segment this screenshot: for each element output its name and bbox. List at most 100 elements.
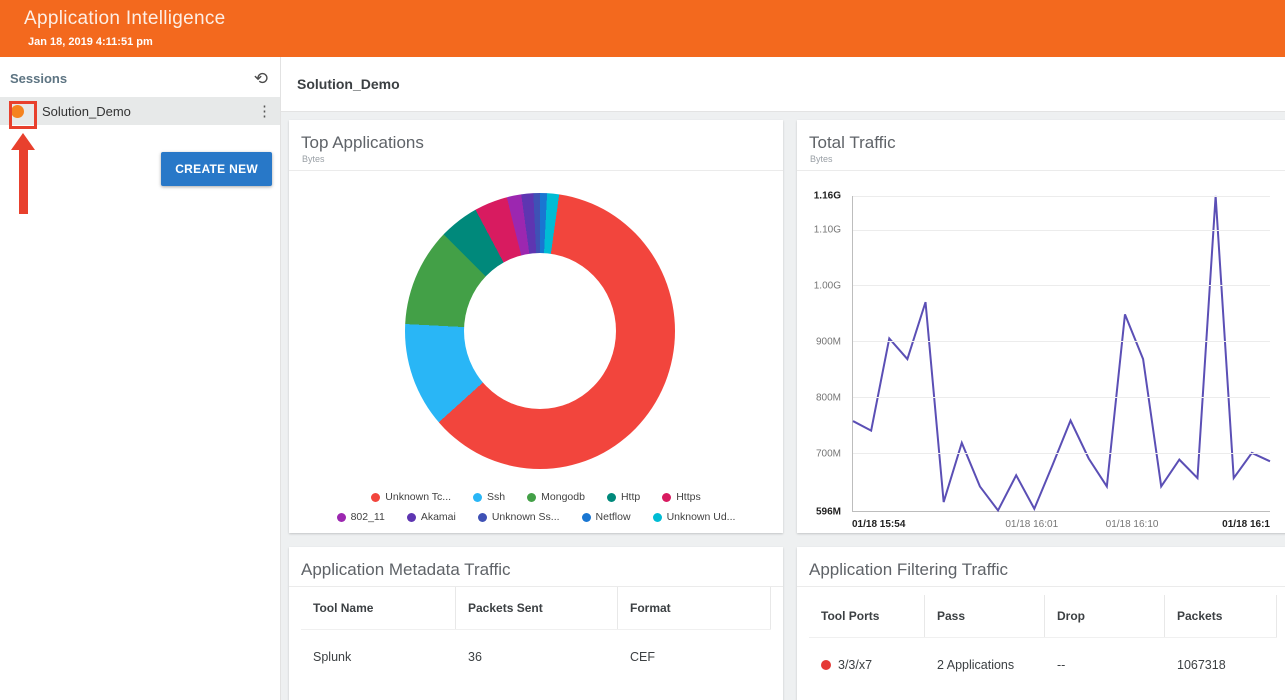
table-cell: CEF xyxy=(618,630,771,678)
gridline xyxy=(853,453,1270,454)
column-header[interactable]: Drop xyxy=(1045,595,1165,637)
card-unit: Bytes xyxy=(797,153,1285,164)
gridline xyxy=(853,285,1270,286)
donut-chart[interactable] xyxy=(405,193,675,469)
y-tick-label: 800M xyxy=(816,392,841,403)
application-intelligence-window: Application Intelligence Jan 18, 2019 4:… xyxy=(0,0,1285,700)
metadata-table: Tool NamePackets SentFormat Splunk 36 CEF xyxy=(289,587,783,678)
legend-dot xyxy=(662,493,671,502)
y-tick-label: 900M xyxy=(816,336,841,347)
traffic-x-axis: 01/18 15:54 01/18 16:01 01/18 16:10 01/18 1… xyxy=(852,517,1270,533)
legend-item[interactable]: Mongodb xyxy=(527,491,585,503)
cell-value: 3/3/x7 xyxy=(838,658,872,672)
divider xyxy=(797,170,1285,171)
legend-item[interactable]: Unknown Ud... xyxy=(653,511,736,523)
legend-dot xyxy=(407,513,416,522)
legend-item[interactable]: Unknown Ss... xyxy=(478,511,560,523)
legend-item[interactable]: Ssh xyxy=(473,491,505,503)
legend-dot xyxy=(478,513,487,522)
column-header[interactable]: Packets Sent xyxy=(456,587,618,629)
y-tick-label: 1.00G xyxy=(814,280,841,291)
cell-value: Splunk xyxy=(313,650,351,664)
content-header: Solution_Demo xyxy=(281,57,1285,112)
x-tick-label: 01/18 16:01 xyxy=(1005,519,1058,530)
donut-legend: Unknown Tc... Ssh Mongodb Http Https 802_11 A… xyxy=(289,483,783,523)
table-cell: -- xyxy=(1045,638,1165,686)
legend-label: Http xyxy=(621,491,640,503)
cell-value: 2 Applications xyxy=(937,658,1014,672)
card-title: Total Traffic xyxy=(797,120,1285,153)
legend-label: Unknown Tc... xyxy=(385,491,451,503)
cell-value: 1067318 xyxy=(1177,658,1226,672)
divider xyxy=(797,586,1285,587)
column-header[interactable]: Tool Name xyxy=(301,587,456,629)
table-cell: 1067318 xyxy=(1165,638,1277,686)
traffic-line-svg xyxy=(853,196,1270,511)
legend-item[interactable]: Unknown Tc... xyxy=(371,491,451,503)
legend-item[interactable]: Https xyxy=(662,491,701,503)
cell-value: 36 xyxy=(468,650,482,664)
x-tick-label: 01/18 16:10 xyxy=(1106,519,1159,530)
annotation-highlight-box xyxy=(9,101,37,129)
legend-dot xyxy=(653,513,662,522)
y-tick-label: 700M xyxy=(816,448,841,459)
legend-label: Https xyxy=(676,491,701,503)
table-row[interactable]: 3/3/x7 2 Applications -- 1067318 xyxy=(809,638,1277,686)
donut-legend-row-2: 802_11 Akamai Unknown Ss... Netflow Unknown … xyxy=(289,511,783,523)
legend-item[interactable]: Http xyxy=(607,491,640,503)
annotation-arrow xyxy=(11,133,35,217)
cell-value: CEF xyxy=(630,650,655,664)
card-title: Application Filtering Traffic xyxy=(797,547,1285,580)
filtering-traffic-card: Application Filtering Traffic Tool Ports… xyxy=(797,547,1285,700)
legend-item[interactable]: 802_11 xyxy=(337,511,385,523)
history-icon[interactable]: ⟲ xyxy=(254,70,268,87)
sessions-sidebar: Sessions ⟲ Solution_Demo ⋮ CREATE NEW xyxy=(0,57,281,700)
session-name: Solution_Demo xyxy=(42,104,131,119)
table-cell: Splunk xyxy=(301,630,456,678)
session-list-item[interactable]: Solution_Demo ⋮ xyxy=(0,97,280,125)
top-bar: Application Intelligence Jan 18, 2019 4:… xyxy=(0,0,1285,57)
column-header[interactable]: Tool Ports xyxy=(809,595,925,637)
x-tick-label: 01/18 16:1 xyxy=(1222,519,1270,530)
legend-label: 802_11 xyxy=(351,511,385,523)
table-body: 3/3/x7 2 Applications -- 1067318 xyxy=(809,638,1277,686)
main-content: Solution_Demo Top Applications Bytes Unk… xyxy=(281,57,1285,700)
donut-hole xyxy=(464,253,616,409)
card-title: Application Metadata Traffic xyxy=(289,547,783,580)
traffic-y-axis: 1.16G1.10G1.00G900M800M700M596M xyxy=(797,196,847,512)
table-cell: 2 Applications xyxy=(925,638,1045,686)
y-tick-label: 1.10G xyxy=(814,224,841,235)
traffic-plot[interactable] xyxy=(852,196,1270,512)
legend-dot xyxy=(371,493,380,502)
legend-item[interactable]: Akamai xyxy=(407,511,456,523)
gridline xyxy=(853,341,1270,342)
table-body: Splunk 36 CEF xyxy=(301,630,771,678)
donut-legend-row-1: Unknown Tc... Ssh Mongodb Http Https xyxy=(289,491,783,503)
x-tick-label: 01/18 15:54 xyxy=(852,519,905,530)
legend-dot xyxy=(527,493,536,502)
legend-label: Unknown Ss... xyxy=(492,511,560,523)
legend-dot xyxy=(582,513,591,522)
y-tick-label: 596M xyxy=(816,507,841,518)
page-title: Solution_Demo xyxy=(297,76,400,92)
app-datetime: Jan 18, 2019 4:11:51 pm xyxy=(28,36,153,48)
legend-dot xyxy=(337,513,346,522)
table-row[interactable]: Splunk 36 CEF xyxy=(301,630,771,678)
app-title: Application Intelligence xyxy=(24,8,226,30)
table-cell: 3/3/x7 xyxy=(809,638,925,686)
status-dot xyxy=(821,660,831,670)
legend-label: Akamai xyxy=(421,511,456,523)
kebab-menu-icon[interactable]: ⋮ xyxy=(257,102,272,120)
legend-label: Unknown Ud... xyxy=(667,511,736,523)
legend-dot xyxy=(473,493,482,502)
column-header[interactable]: Pass xyxy=(925,595,1045,637)
legend-item[interactable]: Netflow xyxy=(582,511,631,523)
top-applications-card: Top Applications Bytes Unknown Tc...SshM… xyxy=(289,120,783,533)
column-header[interactable]: Format xyxy=(618,587,771,629)
annotation-arrow-shaft xyxy=(19,150,28,214)
gridline xyxy=(853,196,1270,197)
create-new-button[interactable]: CREATE NEW xyxy=(161,152,272,186)
gridline xyxy=(853,397,1270,398)
gridline xyxy=(853,230,1270,231)
column-header[interactable]: Packets xyxy=(1165,595,1277,637)
